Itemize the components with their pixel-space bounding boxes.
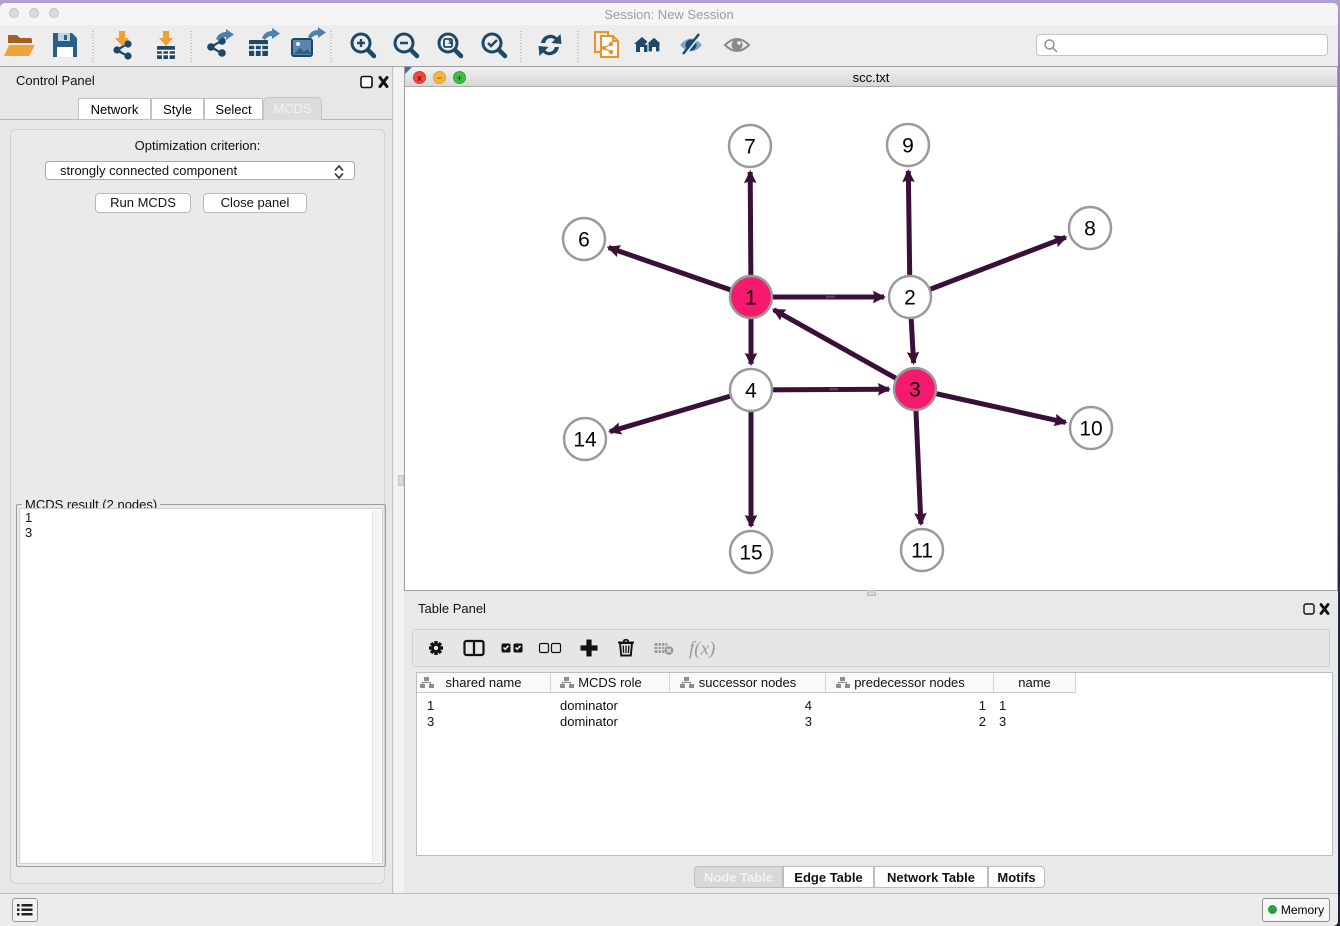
svg-text:6: 6 (578, 229, 590, 252)
svg-text:15: 15 (739, 542, 762, 565)
svg-text:9: 9 (902, 135, 914, 158)
svg-text:2: 2 (904, 287, 916, 310)
svg-text:14: 14 (573, 429, 597, 452)
svg-text:3: 3 (909, 379, 921, 402)
svg-text:1: 1 (745, 287, 757, 310)
svg-text:f(x): f(x) (689, 639, 715, 660)
svg-text:8: 8 (1084, 218, 1096, 241)
svg-text:4: 4 (745, 380, 757, 403)
svg-text:11: 11 (911, 540, 933, 563)
svg-text:7: 7 (744, 136, 756, 159)
svg-text:10: 10 (1079, 418, 1102, 441)
